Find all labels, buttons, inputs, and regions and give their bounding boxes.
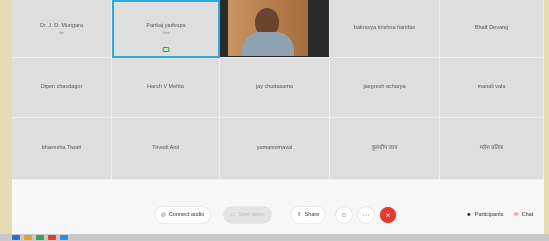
start-video-button[interactable]: ▭ Start video: [224, 207, 271, 223]
participant-tile[interactable]: bhavesha Tiwari: [12, 118, 112, 180]
more-icon: ···: [362, 211, 370, 219]
participant-name: महेश प्रतिक: [479, 145, 504, 151]
share-button[interactable]: ⇧ Share: [291, 207, 326, 223]
start-icon[interactable]: [12, 235, 20, 240]
participant-name: कुलदीप जाव: [371, 145, 398, 151]
app-icon[interactable]: [48, 235, 56, 240]
participants-label: Participants: [474, 212, 504, 218]
meeting-toolbar: ◎ Connect audio ▭ Start video ⇧ Share ☺ …: [12, 200, 544, 230]
microphone-icon: ◎: [161, 212, 166, 218]
folder-icon[interactable]: [24, 235, 32, 240]
chat-label: Chat: [521, 212, 534, 218]
participant-tile[interactable]: jay chudasama: [220, 58, 330, 118]
participants-button[interactable]: ☻ Participants: [460, 207, 510, 223]
start-video-label: Start video: [238, 212, 265, 218]
browser-icon[interactable]: [36, 235, 44, 240]
participant-name: manali vala: [477, 84, 506, 90]
more-options-button[interactable]: ···: [358, 207, 374, 223]
participant-name: Pankaj yadvupa: [146, 23, 186, 29]
participant-role: Me: [59, 30, 64, 35]
webex-icon[interactable]: [60, 235, 68, 240]
participant-name: yamannimaval: [256, 145, 293, 151]
participant-tile[interactable]: yamannimaval: [220, 118, 330, 180]
participant-tile[interactable]: Bhatt Devang: [440, 0, 544, 58]
participant-tile[interactable]: Trivedi Anil: [112, 118, 220, 180]
participant-tile[interactable]: Dr. J. D. Mungara Me: [12, 0, 112, 58]
participant-name: Trivedi Anil: [152, 145, 179, 151]
participant-name: bhavesha Tiwari: [41, 145, 82, 151]
connect-audio-label: Connect audio: [168, 212, 205, 218]
participant-name: Dr. J. D. Mungara: [39, 22, 84, 29]
participant-name: Dipen chavdagor: [40, 84, 83, 90]
participant-tile[interactable]: Dipen chavdagor: [12, 58, 112, 118]
participant-tile[interactable]: महेश प्रतिक: [440, 118, 544, 180]
participant-grid: Dr. J. D. Mungara Me Pankaj yadvupa Host…: [12, 0, 544, 180]
participant-name: bakravya krishna haridas: [353, 25, 416, 31]
connect-audio-button[interactable]: ◎ Connect audio: [155, 207, 211, 223]
participant-tile[interactable]: कुलदीप जाव: [330, 118, 440, 180]
participant-tile-active[interactable]: Pankaj yadvupa Host: [112, 0, 220, 58]
reactions-button[interactable]: ☺: [336, 207, 352, 223]
chat-icon: ✉: [514, 212, 519, 218]
participant-tile[interactable]: manali vala: [440, 58, 544, 118]
person-icon: ☻: [466, 212, 472, 218]
participant-name: jaegresh acharya: [363, 84, 406, 90]
participant-video-tile[interactable]: [220, 0, 330, 58]
meeting-window: Dr. J. D. Mungara Me Pankaj yadvupa Host…: [12, 0, 544, 234]
video-camera-icon: ▭: [230, 212, 236, 218]
chat-button[interactable]: ✉ Chat: [512, 207, 535, 223]
participant-name: Harsh V Mehta: [147, 84, 184, 90]
smiley-icon: ☺: [340, 211, 348, 219]
participant-tile[interactable]: bakravya krishna haridas: [330, 0, 440, 58]
leave-meeting-button[interactable]: ×: [380, 207, 396, 223]
participant-role: Host: [162, 31, 170, 35]
participant-name: Bhatt Devang: [474, 25, 509, 31]
participant-tile[interactable]: Harsh V Mehta: [112, 58, 220, 118]
share-icon: ⇧: [297, 212, 302, 218]
audio-status-icon: [162, 47, 170, 52]
participant-tile[interactable]: jaegresh acharya: [330, 58, 440, 118]
participant-name: jay chudasama: [256, 84, 293, 90]
participant-video: [228, 0, 308, 56]
close-icon: ×: [385, 210, 391, 220]
os-taskbar: [0, 234, 549, 241]
share-label: Share: [304, 212, 320, 218]
